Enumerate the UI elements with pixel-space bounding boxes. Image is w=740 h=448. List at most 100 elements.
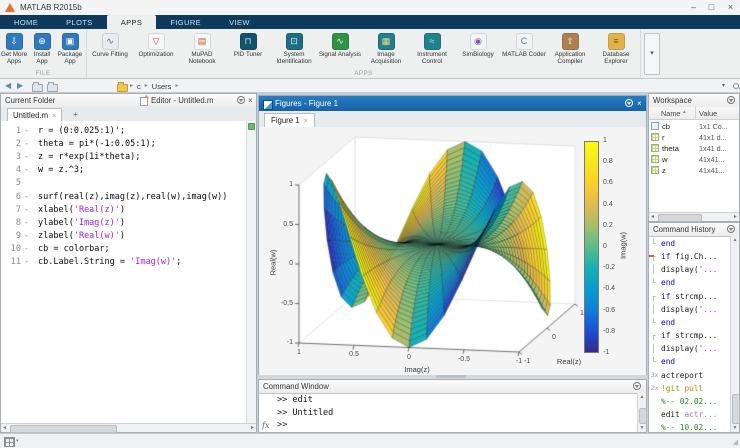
up-folder-icon[interactable] [32, 84, 43, 92]
column-name[interactable]: Name [661, 109, 680, 118]
splitter-handle[interactable] [436, 375, 466, 378]
app-button-package-app[interactable]: ▣PackageApp [56, 31, 84, 65]
app-button-install-app[interactable]: ⊕InstallApp [28, 31, 56, 65]
figure-tab-bar: Figure 1× [259, 111, 646, 128]
history-item[interactable]: │display('... [649, 263, 730, 276]
editor-code-line[interactable]: 2-theta = pi*(-1:0.05:1); [1, 138, 246, 151]
layout-dropdown-icon[interactable]: ▾ [16, 438, 19, 444]
editor-code-line[interactable]: 11-cb.Label.String = 'Imag(w)'; [1, 256, 246, 269]
address-dropdown-icon[interactable]: ▾ [722, 82, 725, 89]
app-button-instrument-control[interactable]: ≈InstrumentControl [409, 31, 455, 65]
ribbon-tab-figure[interactable]: FIGURE [156, 15, 215, 29]
history-item[interactable]: 3xactreport [649, 369, 730, 382]
line-number: 9 [1, 230, 21, 243]
command-window-dock-icon[interactable] [633, 382, 641, 390]
address-search-icon[interactable] [733, 83, 739, 89]
history-item[interactable]: edit actr... [649, 408, 730, 421]
workspace-hscrollbar[interactable]: ◂▸ [649, 212, 739, 221]
history-text: if strcmp... [661, 329, 717, 342]
back-icon[interactable]: ◀ [5, 82, 11, 90]
app-button-image-acquisition[interactable]: ▦ImageAcquisition [363, 31, 409, 65]
figures-close-icon[interactable]: × [637, 98, 642, 109]
ribbon-tab-view[interactable]: VIEW [215, 15, 264, 29]
figure-axes-area[interactable]: 10.50-0.5-110.50-0.5-1-10110.80.60.40.20… [259, 127, 646, 376]
editor-code-line[interactable]: 4-w = z.^3; [1, 164, 246, 177]
editor-code-line[interactable]: 3-z = r*exp(1i*theta); [1, 151, 246, 164]
app-button-system-identification[interactable]: ⊡SystemIdentification [271, 31, 317, 65]
workspace-row-cb[interactable]: cb1x1 Co... [649, 121, 739, 132]
app-button-application-compiler[interactable]: ⇧ApplicationCompiler [547, 31, 593, 65]
command-history-dock-icon[interactable] [727, 225, 735, 233]
app-label: SystemIdentification [271, 51, 317, 65]
editor-code-line[interactable]: 9-zlabel('Real(w)') [1, 230, 246, 243]
app-button-matlab-coder[interactable]: CMATLAB Coder [501, 31, 547, 65]
history-item[interactable]: ┌if fig.Ch... [649, 250, 730, 263]
editor-tab-untitled[interactable]: Untitled.m× [7, 108, 62, 122]
more-apps-button[interactable]: ▾ [644, 33, 660, 75]
command-history-panel: Command History └end┌if fig.Ch...│displa… [648, 222, 740, 433]
forward-icon[interactable]: ▶ [17, 82, 23, 90]
layout-icon[interactable] [4, 437, 15, 447]
app-button-optimization[interactable]: ▽Optimization [133, 31, 179, 65]
workspace-column-headers[interactable]: Name ▴ Value [649, 107, 739, 120]
code-text: cb = colorbar; [38, 243, 110, 256]
history-item[interactable]: 2x!git pull [649, 382, 730, 395]
app-button-signal-analysis[interactable]: ∿Signal Analysis [317, 31, 363, 65]
editor-code-line[interactable]: 1-r = (0:0.025:1)'; [1, 125, 246, 138]
workspace-row-theta[interactable]: theta1x41 d... [649, 143, 739, 154]
app-button-pid-tuner[interactable]: ⊓PID Tuner [225, 31, 271, 65]
app-label: MATLAB Coder [501, 51, 547, 58]
history-item[interactable]: └end [649, 237, 730, 250]
history-item[interactable]: ┌if strcmp... [649, 329, 730, 342]
editor-close-icon[interactable]: × [248, 95, 253, 106]
figure-tab-close-icon[interactable]: × [304, 118, 308, 125]
editor-code-line[interactable]: 6-surf(real(z),imag(z),real(w),imag(w)) [1, 191, 246, 204]
figures-dock-icon[interactable] [625, 99, 633, 107]
editor-dock-icon[interactable] [237, 96, 245, 104]
history-item[interactable]: %-- 02.02... [649, 395, 730, 408]
ribbon-tab-home[interactable]: HOME [0, 15, 52, 29]
editor-code-line[interactable]: 7-xlabel('Real(z)') [1, 204, 246, 217]
app-button-simbiology[interactable]: ◉SimBiology [455, 31, 501, 65]
command-history-vscrollbar[interactable]: ▲▼ [730, 236, 739, 432]
minimize-button[interactable]: – [684, 0, 703, 15]
editor-code-area[interactable]: 1-r = (0:0.025:1)';2-theta = pi*(-1:0.05… [1, 121, 246, 423]
column-value[interactable]: Value [699, 109, 717, 118]
history-item[interactable]: ┌if strcmp... [649, 290, 730, 303]
resize-grip[interactable]: ◢ [733, 438, 738, 446]
maximize-button[interactable]: □ [702, 0, 721, 15]
history-item[interactable]: └end [649, 355, 730, 368]
new-tab-button[interactable]: + [69, 108, 82, 121]
workspace-row-r[interactable]: r41x1 d... [649, 132, 739, 143]
editor-code-line[interactable]: 5 [1, 177, 246, 190]
history-item[interactable]: │display('... [649, 342, 730, 355]
history-text: display('... [661, 342, 717, 355]
history-item[interactable]: └end [649, 276, 730, 289]
ribbon-tab-apps[interactable]: APPS [107, 15, 157, 29]
workspace-row-z[interactable]: z41x41... [649, 165, 739, 176]
real-w-tick-label: 0.5 [273, 221, 293, 228]
app-button-database-explorer[interactable]: ≡DatabaseExplorer [593, 31, 639, 65]
workspace-dock-icon[interactable] [727, 96, 735, 104]
breadcrumb-item-c[interactable]: c [137, 82, 141, 91]
close-button[interactable]: × [721, 0, 740, 15]
browse-folder-icon[interactable] [47, 84, 58, 92]
figure-tab[interactable]: Figure 1× [264, 113, 315, 128]
workspace-row-w[interactable]: w41x41... [649, 154, 739, 165]
app-button-get-more-apps[interactable]: ⇩Get MoreApps [0, 31, 28, 65]
column-divider[interactable] [695, 107, 696, 119]
editor-code-line[interactable]: 8-ylabel('Imag(z)') [1, 217, 246, 230]
editor-code-line[interactable]: 10-cb = colorbar; [1, 243, 246, 256]
command-prompt[interactable]: >> [277, 420, 287, 430]
ribbon-tab-plots[interactable]: PLOTS [52, 15, 107, 29]
app-button-curve-fitting[interactable]: ∿Curve Fitting [87, 31, 133, 65]
command-window-vscrollbar[interactable]: ▲▼ [637, 393, 646, 432]
breadcrumb-item-users[interactable]: Users [152, 82, 172, 91]
current-folder-title[interactable]: Current Folder [5, 96, 55, 105]
history-item[interactable]: │display('... [649, 303, 730, 316]
tab-close-icon[interactable]: × [52, 113, 56, 120]
history-item[interactable]: └end [649, 316, 730, 329]
figures-header[interactable]: Figures - Figure 1 × [259, 96, 646, 111]
app-button-mupad-notebook[interactable]: ▤MuPADNotebook [179, 31, 225, 65]
editor-hscrollbar[interactable]: ◂▸ [1, 423, 256, 432]
